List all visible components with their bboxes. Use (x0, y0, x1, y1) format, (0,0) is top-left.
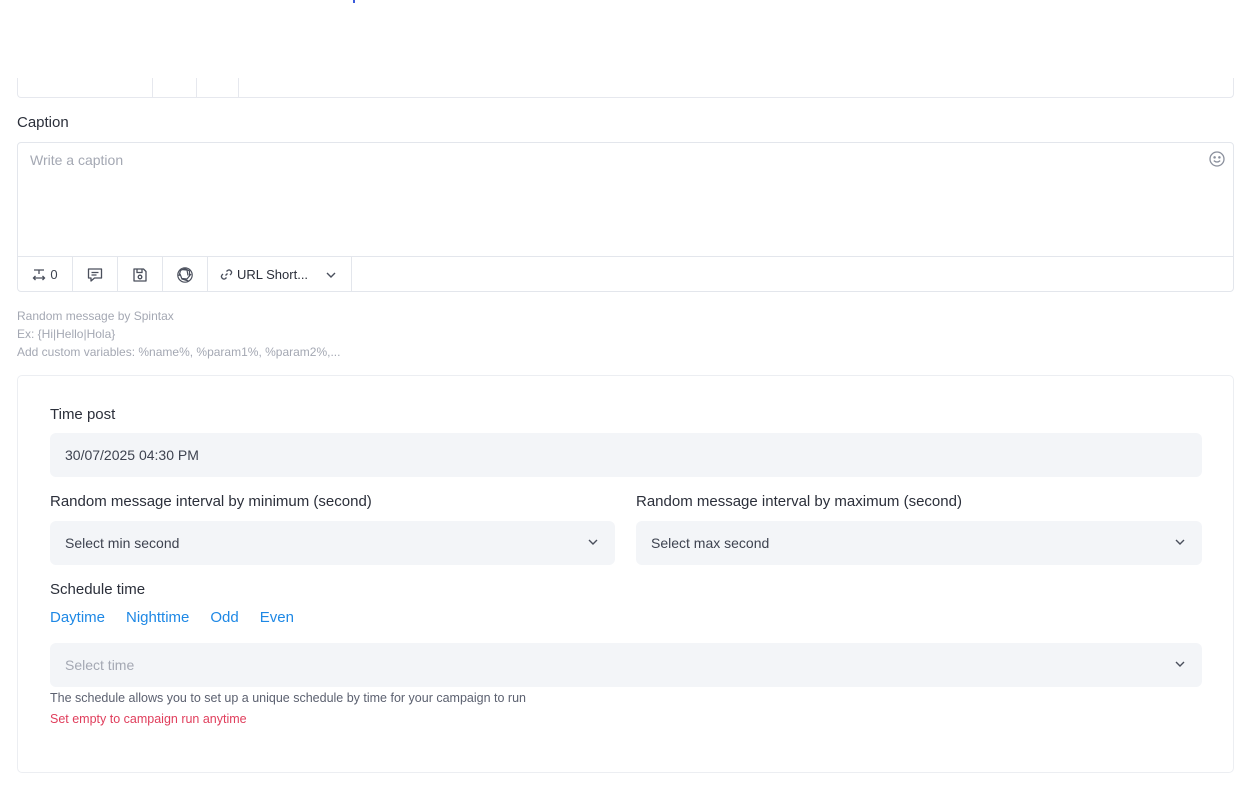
caption-input[interactable] (18, 143, 1233, 256)
chevron-down-icon (1174, 535, 1186, 551)
divider (238, 78, 239, 97)
interval-min-value: Select min second (65, 535, 180, 551)
url-shortener-dropdown[interactable]: URL Short... (208, 257, 352, 292)
interval-min-label: Random message interval by minimum (seco… (50, 493, 372, 510)
top-indicator-dot (353, 0, 355, 3)
schedule-time-value: Select time (65, 657, 135, 673)
spintax-hint: Random message by Spintax (17, 309, 174, 323)
preset-nighttime-link[interactable]: Nighttime (126, 609, 189, 626)
time-post-label: Time post (50, 406, 116, 423)
spintax-example: Ex: {Hi|Hello|Hola} (17, 327, 116, 341)
interval-max-label: Random message interval by maximum (seco… (636, 493, 962, 510)
time-post-value: 30/07/2025 04:30 PM (65, 447, 199, 463)
interval-max-select[interactable]: Select max second (636, 521, 1202, 565)
openai-icon (176, 266, 194, 284)
url-shortener-label: URL Short... (237, 267, 309, 282)
preset-daytime-link[interactable]: Daytime (50, 609, 105, 626)
schedule-time-select[interactable]: Select time (50, 643, 1202, 687)
character-count: 0 (50, 267, 58, 282)
comment-button[interactable] (73, 257, 118, 292)
character-count-button[interactable]: 0 (18, 257, 73, 292)
divider (152, 78, 153, 97)
chevron-down-icon (325, 269, 337, 281)
schedule-settings-panel: Time post 30/07/2025 04:30 PM Random mes… (17, 375, 1234, 773)
text-width-icon (32, 268, 46, 282)
caption-label: Caption (17, 114, 69, 131)
time-post-input[interactable]: 30/07/2025 04:30 PM (50, 433, 1202, 477)
divider (196, 78, 197, 97)
custom-variables-hint: Add custom variables: %name%, %param1%, … (17, 345, 341, 359)
schedule-presets: Daytime Nighttime Odd Even (50, 609, 294, 626)
comment-icon (86, 266, 104, 284)
schedule-description: The schedule allows you to set up a uniq… (50, 691, 526, 705)
interval-min-select[interactable]: Select min second (50, 521, 615, 565)
schedule-time-label: Schedule time (50, 581, 146, 598)
previous-section-toolbar (17, 78, 1234, 98)
interval-max-value: Select max second (651, 535, 770, 551)
chevron-down-icon (587, 535, 599, 551)
preset-odd-link[interactable]: Odd (210, 609, 238, 626)
save-caption-button[interactable] (118, 257, 163, 292)
ai-generate-button[interactable] (163, 257, 208, 292)
save-icon (132, 267, 148, 283)
caption-toolbar: 0 URL Short... (18, 256, 1233, 292)
schedule-warning: Set empty to campaign run anytime (50, 712, 247, 726)
caption-editor: 0 (17, 142, 1234, 292)
chevron-down-icon (1174, 657, 1186, 673)
emoji-icon[interactable] (1208, 150, 1226, 168)
link-icon (220, 268, 233, 281)
preset-even-link[interactable]: Even (260, 609, 294, 626)
